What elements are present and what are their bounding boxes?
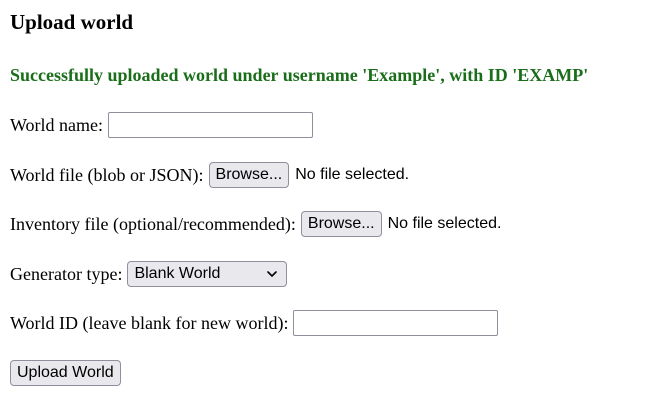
generator-type-selected-value: Blank World xyxy=(134,265,221,282)
world-file-label: World file (blob or JSON): xyxy=(10,165,204,185)
world-id-input[interactable] xyxy=(293,310,499,336)
world-file-status: No file selected. xyxy=(295,166,410,183)
upload-world-button[interactable]: Upload World xyxy=(10,360,121,386)
world-file-browse-button[interactable]: Browse... xyxy=(208,162,290,188)
generator-type-row: Generator type: Blank World xyxy=(10,260,288,288)
inventory-file-browse-button[interactable]: Browse... xyxy=(300,211,382,237)
submit-row: Upload World xyxy=(10,359,121,387)
generator-type-label: Generator type: xyxy=(10,264,123,284)
inventory-file-status: No file selected. xyxy=(387,215,502,232)
world-name-row: World name: xyxy=(10,111,314,139)
page-title: Upload world xyxy=(10,10,134,34)
upload-world-page: Upload world Successfully uploaded world… xyxy=(10,0,660,404)
world-name-label: World name: xyxy=(10,115,104,135)
inventory-file-label: Inventory file (optional/recommended): xyxy=(10,214,296,234)
world-name-input[interactable] xyxy=(108,112,314,138)
generator-type-select[interactable]: Blank World xyxy=(127,261,288,287)
world-id-label: World ID (leave blank for new world): xyxy=(10,313,289,333)
world-id-row: World ID (leave blank for new world): xyxy=(10,309,499,337)
chevron-down-icon xyxy=(267,271,278,277)
world-file-row: World file (blob or JSON): Browse... No … xyxy=(10,161,409,189)
inventory-file-row: Inventory file (optional/recommended): B… xyxy=(10,210,501,238)
success-message: Successfully uploaded world under userna… xyxy=(10,65,589,85)
